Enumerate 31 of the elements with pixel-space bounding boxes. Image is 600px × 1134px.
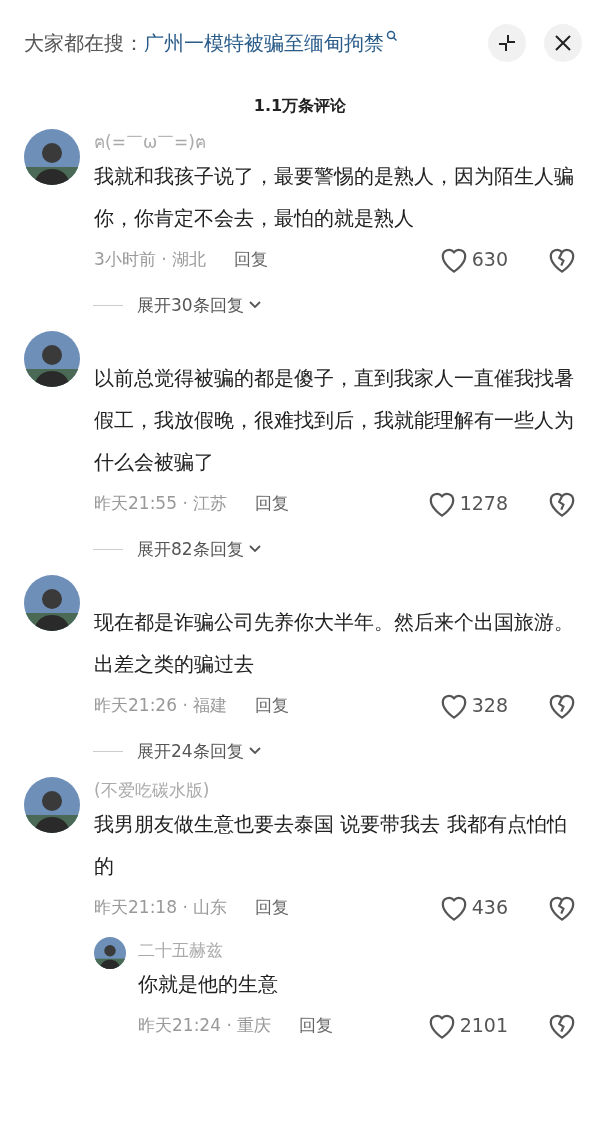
reply-button[interactable]: 回复 [255,895,290,919]
reply-button[interactable]: 回复 [255,693,290,717]
reply-button[interactable]: 回复 [234,247,269,271]
comment-count: 1.1万条评论 [252,96,348,117]
time-location: 昨天21:26 · 福建 [94,693,228,717]
comment-text: 我男朋友做生意也要去泰国 说要带我去 我都有点怕怕的 [94,811,568,880]
search-icon [386,29,398,42]
expand-replies-button[interactable]: 展开82条回复 [137,537,262,561]
expand-replies-button[interactable]: 展开30条回复 [137,293,262,317]
expand-replies-button[interactable]: 展开24条回复 [137,739,262,763]
close-icon [554,34,572,52]
comment-text: 我就和我孩子说了，最要警惕的是熟人，因为陌生人骗你，你肯定不会去，最怕的就是熟人 [94,163,575,232]
reply-button[interactable]: 回复 [255,491,290,515]
search-label: 大家都在搜： [24,29,144,57]
like-button[interactable]: 436 [439,893,508,921]
like-button[interactable]: 328 [439,691,508,719]
minimize-button[interactable] [488,24,526,62]
trending-search-link[interactable]: 广州一模特被骗至缅甸拘禁 [144,29,398,57]
comment-text: 以前总觉得被骗的都是傻子，直到我家人一直催我找暑假工，我放假晚，很难找到后，我就能理解有一些人为什么会被骗了 [94,365,575,476]
time-location: 昨天21:24 · 重庆 [138,1013,272,1037]
reply-button[interactable]: 回复 [299,1013,334,1037]
time-location: 3小时前 · 湖北 [94,247,207,271]
like-button[interactable]: 630 [439,245,508,273]
like-button[interactable]: 2101 [427,1011,508,1039]
comment-text: 现在都是诈骗公司先养你大半年。然后来个出国旅游。出差之类的骗过去 [94,609,575,678]
comment-text: 你就是他的生意 [138,971,279,998]
time-location: 昨天21:18 · 山东 [94,895,228,919]
close-button[interactable] [544,24,582,62]
time-location: 昨天21:55 · 江苏 [94,491,228,515]
collapse-icon [497,33,517,53]
like-button[interactable]: 1278 [427,489,508,517]
